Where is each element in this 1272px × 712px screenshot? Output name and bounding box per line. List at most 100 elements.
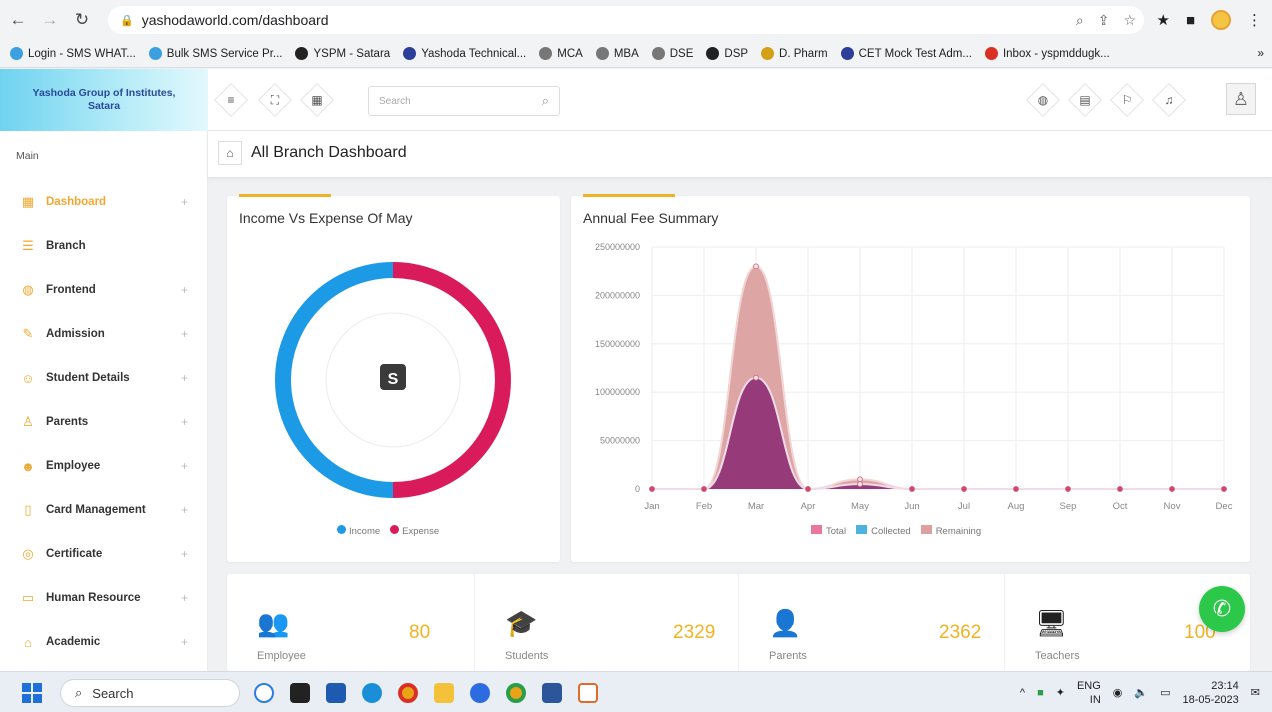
profile-avatar-icon[interactable] <box>1211 10 1231 30</box>
battery-icon[interactable]: ▭ <box>1160 686 1170 699</box>
data-point-collected[interactable] <box>1065 486 1071 492</box>
taskbar-search[interactable]: ⌕ Search <box>60 679 240 707</box>
data-point-total[interactable] <box>753 263 759 270</box>
sidebar-item-card-management[interactable]: ▯ Card Management + <box>20 499 188 521</box>
donut-slice-expense[interactable] <box>392 262 511 498</box>
expand-plus-icon[interactable]: + <box>181 591 188 605</box>
data-point-collected[interactable] <box>857 481 863 488</box>
bookmark-item[interactable]: DSP <box>706 47 748 60</box>
sidebar-item-academic[interactable]: ⌂ Academic + <box>20 631 188 653</box>
legend-total[interactable]: Total <box>811 525 846 537</box>
menu-kebab-icon[interactable]: ⋮ <box>1247 11 1262 29</box>
mail-app-icon[interactable] <box>326 683 346 703</box>
word-app-icon[interactable] <box>542 683 562 703</box>
sidepanel-icon[interactable]: ■ <box>1186 12 1195 29</box>
search-input[interactable]: Search <box>379 96 411 107</box>
edge-app-icon[interactable] <box>362 683 382 703</box>
expand-plus-icon[interactable]: + <box>181 459 188 473</box>
clock[interactable]: 23:14 18-05-2023 <box>1183 679 1239 707</box>
bookmark-item[interactable]: Bulk SMS Service Pr... <box>148 47 282 60</box>
forward-arrow-icon[interactable]: → <box>36 6 64 34</box>
data-point-total[interactable] <box>857 476 863 483</box>
user-avatar[interactable]: ♙ <box>1226 83 1256 115</box>
language-indicator[interactable]: ENG IN <box>1077 679 1101 707</box>
flag-icon[interactable]: ⚐ <box>1112 85 1142 115</box>
tray-app-icon[interactable]: ■ <box>1037 687 1044 699</box>
share-icon[interactable]: ⇪ <box>1098 12 1110 29</box>
data-point-collected[interactable] <box>1013 486 1019 492</box>
language-globe-icon[interactable]: ◍ <box>1028 85 1058 115</box>
bookmark-item[interactable]: MBA <box>595 47 639 60</box>
bookmark-item[interactable]: YSPM - Satara <box>295 47 390 60</box>
menu-toggle-icon[interactable]: ≡ <box>216 85 246 115</box>
bookmark-item[interactable]: MCA <box>539 47 583 60</box>
fullscreen-icon[interactable]: ⛶ <box>260 85 290 115</box>
expand-plus-icon[interactable]: + <box>181 371 188 385</box>
snipping-tool-icon[interactable] <box>578 683 598 703</box>
expand-plus-icon[interactable]: + <box>181 503 188 517</box>
zoom-app-icon[interactable] <box>470 683 490 703</box>
sidebar-item-human-resource[interactable]: ▭ Human Resource + <box>20 587 188 609</box>
data-point-collected[interactable] <box>805 486 811 492</box>
bell-icon[interactable]: ♫ <box>1154 85 1184 115</box>
bookmark-item[interactable]: DSE <box>651 47 693 60</box>
volume-icon[interactable]: 🔈 <box>1134 686 1148 699</box>
data-point-collected[interactable] <box>649 486 655 492</box>
chrome-profile-icon[interactable] <box>506 683 526 703</box>
whatsapp-chat-button[interactable]: ✆ <box>1199 586 1245 632</box>
legend-income[interactable]: Income <box>337 525 380 537</box>
legend-expense[interactable]: Expense <box>390 525 439 537</box>
tray-chevron-icon[interactable]: ^ <box>1020 687 1025 699</box>
reload-icon[interactable]: ↻ <box>68 6 96 34</box>
bookmark-item[interactable]: Inbox - yspmddugk... <box>984 47 1110 60</box>
bing-app-icon[interactable] <box>254 683 274 703</box>
expand-plus-icon[interactable]: + <box>181 327 188 341</box>
search-box[interactable]: Search ⌕ <box>368 86 560 116</box>
search-icon[interactable]: ⌕ <box>542 93 549 109</box>
data-point-collected[interactable] <box>753 374 759 381</box>
sidebar-item-employee[interactable]: ☻ Employee + <box>20 455 188 477</box>
donut-slice-income[interactable] <box>275 261 394 498</box>
sidebar-item-frontend[interactable]: ◍ Frontend + <box>20 279 188 301</box>
legend-collected[interactable]: Collected <box>856 525 911 537</box>
legend-remaining[interactable]: Remaining <box>920 525 981 537</box>
data-point-collected[interactable] <box>1169 486 1175 492</box>
data-point-collected[interactable] <box>1117 486 1123 492</box>
sidebar-item-student-details[interactable]: ☺ Student Details + <box>20 367 188 389</box>
expand-plus-icon[interactable]: + <box>181 195 188 209</box>
file-explorer-icon[interactable] <box>434 683 454 703</box>
expand-plus-icon[interactable]: + <box>181 547 188 561</box>
expand-plus-icon[interactable]: + <box>181 635 188 649</box>
zoom-icon[interactable]: ⌕ <box>1076 12 1084 29</box>
bookmark-item[interactable]: D. Pharm <box>761 47 828 60</box>
home-icon[interactable]: ⌂ <box>218 141 242 165</box>
chrome-app-icon[interactable] <box>398 683 418 703</box>
wifi-icon[interactable]: ◉ <box>1113 686 1123 699</box>
sidebar-item-dashboard[interactable]: ▦ Dashboard + <box>20 191 188 213</box>
sidebar-item-parents[interactable]: ♙ Parents + <box>20 411 188 433</box>
sidebar-item-admission[interactable]: ✎ Admission + <box>20 323 188 345</box>
bookmark-star-icon[interactable]: ☆ <box>1123 12 1136 29</box>
expand-plus-icon[interactable]: + <box>181 415 188 429</box>
brand-logo[interactable]: Yashoda Group of Institutes, Satara <box>0 69 208 131</box>
bookmarks-overflow-icon[interactable]: » <box>1257 46 1264 60</box>
expand-plus-icon[interactable]: + <box>181 283 188 297</box>
sidebar-item-branch[interactable]: ☰ Branch <box>20 235 188 257</box>
extensions-icon[interactable]: ★ <box>1156 11 1169 29</box>
taskview-app-icon[interactable] <box>290 683 310 703</box>
apps-grid-icon[interactable]: ▦ <box>302 85 332 115</box>
bookmark-item[interactable]: Login - SMS WHAT... <box>10 47 136 60</box>
bookmark-item[interactable]: CET Mock Test Adm... <box>840 47 972 60</box>
sidebar-item-certificate[interactable]: ◎ Certificate + <box>20 543 188 565</box>
notification-icon[interactable]: ✉ <box>1251 686 1260 699</box>
data-point-collected[interactable] <box>1221 486 1227 492</box>
tray-teams-icon[interactable]: ✦ <box>1056 686 1065 699</box>
data-point-collected[interactable] <box>909 486 915 492</box>
windows-start-icon[interactable] <box>22 683 42 703</box>
calendar-icon[interactable]: ▤ <box>1070 85 1100 115</box>
bookmark-item[interactable]: Yashoda Technical... <box>403 47 526 60</box>
data-point-collected[interactable] <box>701 486 707 492</box>
back-arrow-icon[interactable]: ← <box>4 6 32 34</box>
data-point-collected[interactable] <box>961 486 967 492</box>
address-bar[interactable]: 🔒 yashodaworld.com/dashboard ⌕ ⇪ ☆ <box>108 6 1144 34</box>
